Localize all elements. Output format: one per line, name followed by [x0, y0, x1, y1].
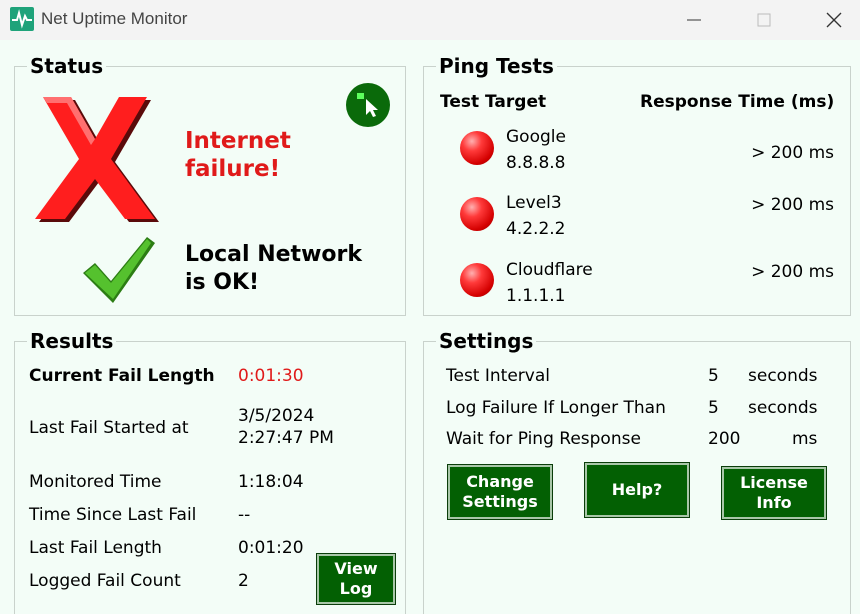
wait-ping-value: 200: [708, 429, 741, 449]
ping-response: > 200 ms: [751, 143, 834, 163]
status-group: Status Internet failure! Local Network i…: [14, 54, 406, 316]
monitored-time-label: Monitored Time: [29, 472, 162, 492]
test-interval-unit: seconds: [748, 366, 818, 386]
ping-status-dot: [460, 131, 494, 165]
change-settings-button[interactable]: Change Settings: [447, 464, 553, 520]
local-network-ok-check-icon: [83, 237, 155, 303]
log-failure-unit: seconds: [748, 398, 818, 418]
wait-ping-unit: ms: [792, 429, 818, 449]
app-pulse-icon: [10, 7, 34, 31]
time-since-last-fail-value: --: [238, 505, 251, 525]
col-header-test-target: Test Target: [440, 92, 547, 112]
last-fail-started-label: Last Fail Started at: [29, 418, 189, 438]
minimize-button[interactable]: [682, 8, 706, 32]
internet-failure-x-icon: [35, 97, 159, 222]
ping-response: > 200 ms: [751, 195, 834, 215]
ping-tests-group: Ping Tests Test Target Response Time (ms…: [423, 54, 851, 316]
ping-status-dot: [460, 263, 494, 297]
ping-target: Cloudflare 1.1.1.1: [506, 260, 593, 306]
logged-fail-count-value: 2: [238, 571, 249, 591]
test-interval-value: 5: [708, 366, 719, 386]
ping-target: Google 8.8.8.8: [506, 127, 566, 173]
current-fail-length-value: 0:01:30: [238, 366, 304, 386]
ping-status-dot: [460, 197, 494, 231]
last-fail-length-label: Last Fail Length: [29, 538, 162, 558]
window-title: Net Uptime Monitor: [41, 9, 188, 28]
ping-target: Level3 4.2.2.2: [506, 193, 566, 239]
internet-status-message: Internet failure!: [185, 128, 291, 182]
test-interval-label: Test Interval: [446, 366, 550, 386]
local-network-status-message: Local Network is OK!: [185, 242, 362, 295]
log-failure-label: Log Failure If Longer Than: [446, 398, 666, 418]
license-info-button[interactable]: License Info: [721, 466, 827, 520]
settings-title: Settings: [436, 329, 537, 353]
last-fail-started-value: 3/5/2024 2:27:47 PM: [238, 406, 334, 448]
ping-tests-title: Ping Tests: [436, 54, 557, 78]
current-fail-length-label: Current Fail Length: [29, 366, 215, 386]
maximize-button[interactable]: [752, 8, 776, 32]
cursor-status-icon[interactable]: [345, 82, 391, 128]
results-group: Results Current Fail Length 0:01:30 Last…: [14, 329, 406, 614]
title-bar: Net Uptime Monitor: [0, 0, 860, 40]
col-header-response-time: Response Time (ms): [640, 92, 835, 112]
monitored-time-value: 1:18:04: [238, 472, 304, 492]
close-button[interactable]: [822, 8, 846, 32]
last-fail-length-value: 0:01:20: [238, 538, 304, 558]
wait-ping-label: Wait for Ping Response: [446, 429, 641, 449]
logged-fail-count-label: Logged Fail Count: [29, 571, 181, 591]
status-title: Status: [27, 54, 107, 78]
settings-group: Settings Test Interval 5 seconds Log Fai…: [423, 329, 851, 614]
ping-response: > 200 ms: [751, 262, 834, 282]
view-log-button[interactable]: View Log: [316, 553, 396, 605]
help-button[interactable]: Help?: [584, 462, 690, 518]
results-title: Results: [27, 329, 117, 353]
log-failure-value: 5: [708, 398, 719, 418]
time-since-last-fail-label: Time Since Last Fail: [29, 505, 197, 525]
